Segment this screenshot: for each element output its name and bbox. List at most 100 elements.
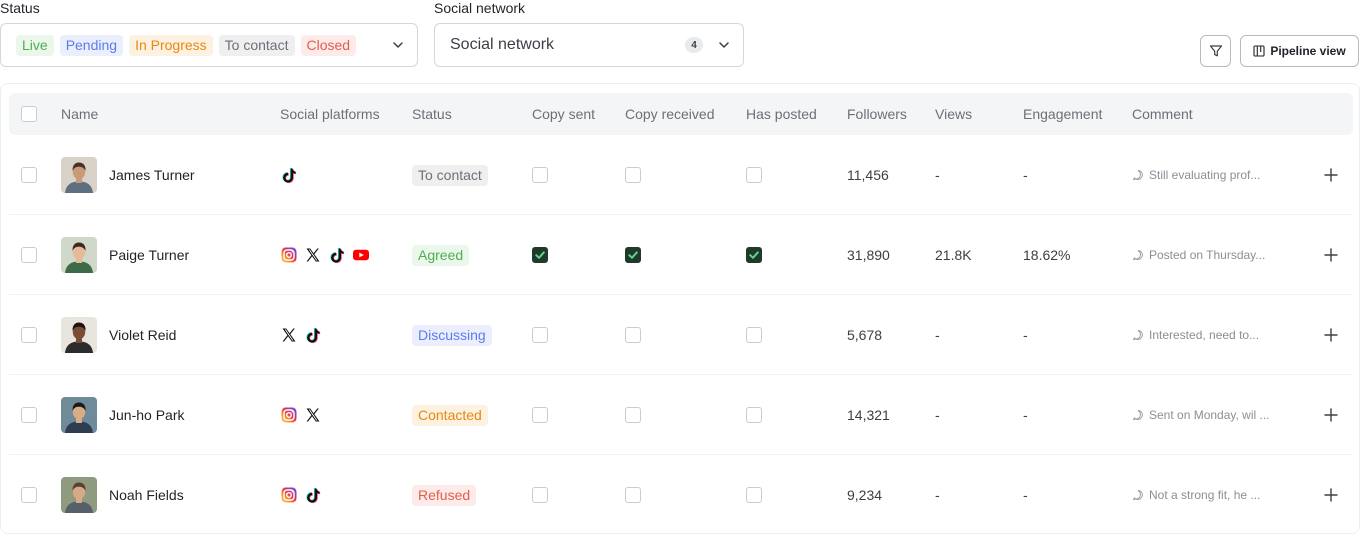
header-social-platforms[interactable]: Social platforms [280, 93, 380, 135]
instagram-icon[interactable] [280, 486, 298, 504]
copy-sent-checkbox[interactable] [532, 247, 548, 263]
social-network-select[interactable]: Social network 4 [434, 23, 744, 67]
status-badge[interactable]: Discussing [412, 324, 492, 346]
has-posted-checkbox[interactable] [746, 407, 762, 423]
x-icon[interactable] [304, 246, 322, 264]
avatar-cell [61, 215, 97, 295]
has-posted-checkbox[interactable] [746, 167, 762, 183]
views-value: - [935, 327, 940, 343]
copy-sent-checkbox[interactable] [532, 407, 548, 423]
header-copy-sent[interactable]: Copy sent [532, 93, 595, 135]
status-chip-in-progress[interactable]: In Progress [129, 34, 213, 56]
has-posted-checkbox[interactable] [746, 247, 762, 263]
copy-received-checkbox[interactable] [625, 487, 641, 503]
add-icon[interactable] [1324, 488, 1338, 502]
add-icon[interactable] [1324, 408, 1338, 422]
views-value: - [935, 407, 940, 423]
comment-icon [1132, 249, 1144, 261]
comment-preview[interactable]: Interested, need to... [1132, 328, 1259, 342]
influencer-name[interactable]: Jun-ho Park [109, 407, 184, 423]
select-all-checkbox[interactable] [21, 106, 37, 122]
add-icon[interactable] [1324, 328, 1338, 342]
status-chip-closed[interactable]: Closed [300, 34, 357, 56]
copy-sent-checkbox[interactable] [532, 167, 548, 183]
row-select-checkbox[interactable] [21, 167, 37, 183]
status-filter-select[interactable]: Live Pending In Progress To contact Closed [0, 23, 418, 67]
social-network-filter: Social network Social network 4 [434, 0, 744, 67]
pipeline-view-button[interactable]: Pipeline view [1240, 35, 1359, 67]
row-select-checkbox[interactable] [21, 247, 37, 263]
tiktok-icon[interactable] [304, 486, 322, 504]
instagram-icon[interactable] [280, 406, 298, 424]
header-engagement[interactable]: Engagement [1023, 93, 1102, 135]
header-comment[interactable]: Comment [1132, 93, 1193, 135]
chevron-down-icon [717, 38, 731, 52]
status-badge[interactable]: Refused [412, 484, 477, 506]
table-row[interactable]: James Turner To contact 11,456 - - Still eval… [9, 135, 1353, 215]
x-icon[interactable] [280, 326, 298, 344]
engagement-value: 18.62% [1023, 247, 1071, 263]
influencer-name[interactable]: Paige Turner [109, 247, 189, 263]
followers-value: 31,890 [847, 247, 890, 263]
table-row[interactable]: Violet Reid Discussing 5,678 - - Interested, … [9, 295, 1353, 375]
followers-value: 11,456 [847, 167, 889, 183]
header-name[interactable]: Name [61, 93, 98, 135]
tiktok-icon[interactable] [328, 246, 346, 264]
comment-icon [1132, 409, 1144, 421]
filter-button[interactable] [1200, 35, 1231, 67]
comment-preview[interactable]: Posted on Thursday... [1132, 248, 1265, 262]
comment-preview[interactable]: Sent on Monday, wil ... [1132, 408, 1270, 422]
social-platforms [280, 326, 322, 344]
status-chip-to-contact[interactable]: To contact [218, 34, 295, 56]
row-select-checkbox[interactable] [21, 327, 37, 343]
add-icon[interactable] [1324, 168, 1338, 182]
tiktok-icon[interactable] [280, 166, 298, 184]
social-network-count-badge: 4 [685, 37, 703, 53]
comment-text: Not a strong fit, he ... [1149, 488, 1261, 502]
status-badge[interactable]: Contacted [412, 404, 488, 426]
status-chip-pending[interactable]: Pending [59, 34, 124, 56]
comment-text: Still evaluating prof... [1149, 168, 1261, 182]
status-badge[interactable]: To contact [412, 164, 488, 186]
comment-preview[interactable]: Still evaluating prof... [1132, 168, 1260, 182]
row-select-checkbox[interactable] [21, 407, 37, 423]
followers-value: 9,234 [847, 487, 883, 503]
copy-received-checkbox[interactable] [625, 167, 641, 183]
status-badge[interactable]: Agreed [412, 244, 470, 266]
copy-sent-checkbox[interactable] [532, 487, 548, 503]
x-icon[interactable] [304, 406, 322, 424]
tiktok-icon[interactable] [304, 326, 322, 344]
avatar-cell [61, 135, 97, 215]
header-views[interactable]: Views [935, 93, 972, 135]
influencer-name[interactable]: Violet Reid [109, 327, 176, 343]
comment-preview[interactable]: Not a strong fit, he ... [1132, 488, 1260, 502]
followers-value: 5,678 [847, 327, 883, 343]
header-has-posted[interactable]: Has posted [746, 93, 817, 135]
avatar [61, 317, 97, 353]
table-row[interactable]: Jun-ho Park Contacted 14,321 - - Sent on Mond… [9, 375, 1353, 455]
youtube-icon[interactable] [352, 246, 370, 264]
add-icon[interactable] [1324, 248, 1338, 262]
row-select-checkbox[interactable] [21, 487, 37, 503]
has-posted-checkbox[interactable] [746, 487, 762, 503]
filter-icon [1209, 44, 1223, 58]
table-row[interactable]: Paige Turner Agreed 31,890 21.8K 18.62% Poste… [9, 215, 1353, 295]
copy-received-checkbox[interactable] [625, 407, 641, 423]
comment-text: Posted on Thursday... [1149, 248, 1266, 262]
copy-sent-checkbox[interactable] [532, 327, 548, 343]
table-row[interactable]: Noah Fields Refused 9,234 - - Not a strong fi… [9, 455, 1353, 533]
instagram-icon[interactable] [280, 246, 298, 264]
copy-received-checkbox[interactable] [625, 247, 641, 263]
avatar-cell [61, 295, 97, 375]
table-header: Name Social platforms Status Copy sent C… [9, 93, 1353, 135]
header-status[interactable]: Status [412, 93, 452, 135]
header-copy-received[interactable]: Copy received [625, 93, 715, 135]
status-chip-live[interactable]: Live [16, 34, 54, 56]
avatar-cell [61, 375, 97, 455]
has-posted-checkbox[interactable] [746, 327, 762, 343]
influencer-name[interactable]: Noah Fields [109, 487, 184, 503]
influencer-name[interactable]: James Turner [109, 167, 195, 183]
header-followers[interactable]: Followers [847, 93, 907, 135]
copy-received-checkbox[interactable] [625, 327, 641, 343]
status-filter: Status Live Pending In Progress To contact C… [0, 0, 418, 67]
